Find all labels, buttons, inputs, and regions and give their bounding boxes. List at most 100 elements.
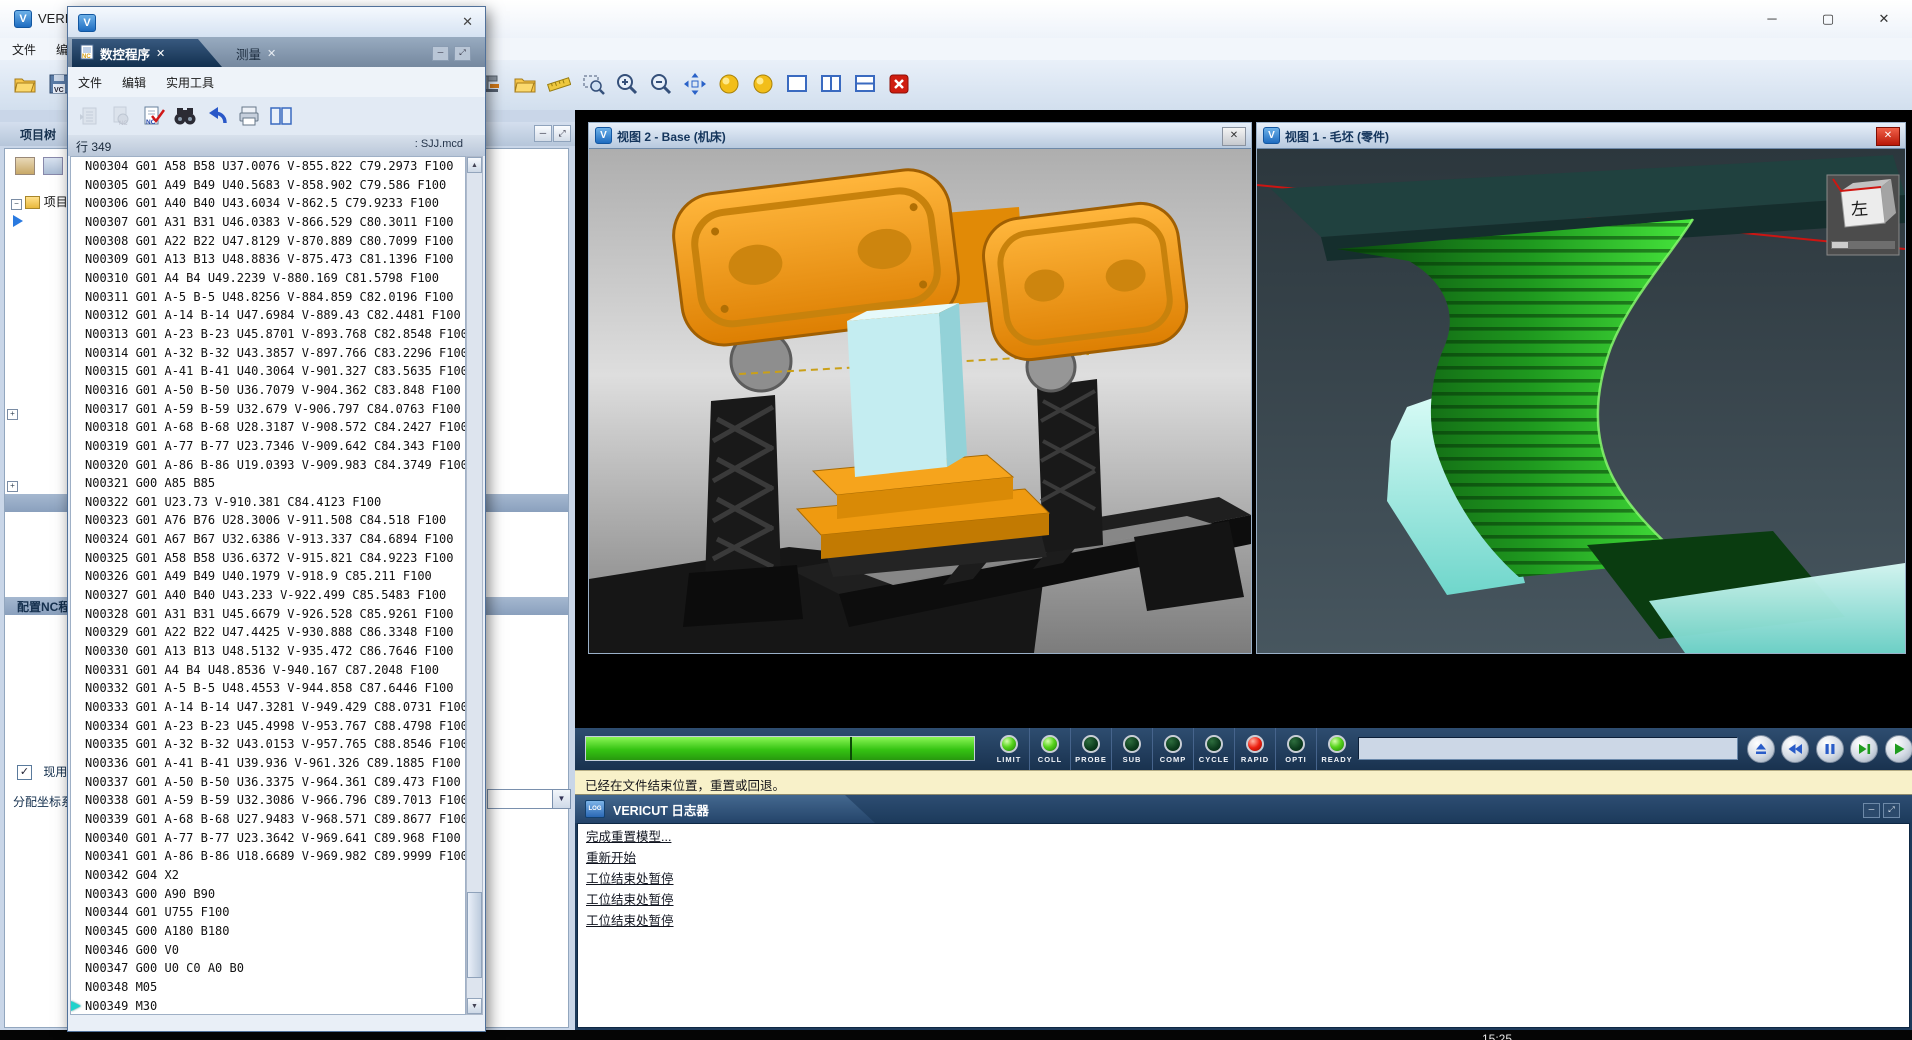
log-line[interactable]: 工位结束处暂停 [578,908,1909,929]
zoom-out-icon[interactable] [648,71,674,97]
nc-code-line[interactable]: N00349 M30 [71,997,465,1015]
nc-code-line[interactable]: N00328 G01 A31 B31 U45.6679 V-926.528 C8… [71,605,465,624]
nc-code-line[interactable]: N00341 G01 A-86 B-86 U18.6689 V-969.982 … [71,847,465,866]
layout-single-icon[interactable] [784,71,810,97]
tab-minimize-icon[interactable]: ─ [432,46,449,61]
nc-code-line[interactable]: N00322 G01 U23.73 V-910.381 C84.4123 F10… [71,493,465,512]
nc-code-line[interactable]: N00310 G01 A4 B4 U49.2239 V-880.169 C81.… [71,269,465,288]
nc-code-line[interactable]: N00338 G01 A-59 B-59 U32.3086 V-966.796 … [71,791,465,810]
nc-code-area[interactable]: N00304 G01 A58 B58 U37.0076 V-855.822 C7… [70,156,466,1015]
scrollbar-thumb[interactable] [467,892,482,978]
nc-menu-文件[interactable]: 文件 [68,67,112,98]
led-ready[interactable]: READY [1316,728,1357,770]
nc-code-line[interactable]: N00329 G01 A22 B22 U47.4425 V-930.888 C8… [71,623,465,642]
nc-code-line[interactable]: N00312 G01 A-14 B-14 U47.6984 V-889.43 C… [71,306,465,325]
nc-code-line[interactable]: N00345 G00 A180 B180 [71,922,465,941]
split-view-icon[interactable] [268,103,294,129]
expand-icon[interactable]: + [7,481,18,492]
nc-code-line[interactable]: N00342 G04 X2 [71,866,465,885]
log-detach-icon[interactable]: ⤢ [1883,803,1900,818]
zoom-window-icon[interactable] [580,71,606,97]
nc-code-line[interactable]: N00339 G01 A-68 B-68 U27.9483 V-968.571 … [71,810,465,829]
step-forward-button[interactable] [1850,735,1878,763]
log-minimize-icon[interactable]: ─ [1863,803,1880,818]
log-line[interactable]: 重新开始 [578,845,1909,866]
log-tab[interactable]: LOG VERICUT 日志器 [575,795,875,823]
nc-code-line[interactable]: N00331 G01 A4 B4 U48.8536 V-940.167 C87.… [71,661,465,680]
nc-code-line[interactable]: N00330 G01 A13 B13 U48.5132 V-935.472 C8… [71,642,465,661]
nc-code-line[interactable]: N00326 G01 A49 B49 U40.1979 V-918.9 C85.… [71,567,465,586]
tool-icon[interactable] [43,157,63,175]
led-coll[interactable]: COLL [1029,728,1070,770]
nc-code-line[interactable]: N00346 G00 V0 [71,941,465,960]
nc-code-line[interactable]: N00324 G01 A67 B67 U32.6386 V-913.337 C8… [71,530,465,549]
view1-titlebar[interactable]: V 视图 1 - 毛坯 (零件) ✕ [1257,123,1905,149]
menu-文件[interactable]: 文件 [2,38,46,61]
nc-code-line[interactable]: N00333 G01 A-14 B-14 U47.3281 V-949.429 … [71,698,465,717]
nc-code-line[interactable]: N00315 G01 A-41 B-41 U40.3064 V-901.327 … [71,362,465,381]
nc-code-line[interactable]: N00334 G01 A-23 B-23 U45.4998 V-953.767 … [71,717,465,736]
nc-code-line[interactable]: N00325 G01 A58 B58 U36.6372 V-915.821 C8… [71,549,465,568]
nc-code-line[interactable]: N00313 G01 A-23 B-23 U45.8701 V-893.768 … [71,325,465,344]
fit-view-icon[interactable] [682,71,708,97]
machine-3d-viewport[interactable] [589,149,1251,653]
nc-code-line[interactable]: N00327 G01 A40 B40 U43.233 V-922.499 C85… [71,586,465,605]
nc-code-line[interactable]: N00316 G01 A-50 B-50 U36.7079 V-904.362 … [71,381,465,400]
tab-测量[interactable]: 测量✕ [228,39,304,67]
nc-code-line[interactable]: N00323 G01 A76 B76 U28.3006 V-911.508 C8… [71,511,465,530]
close-views-icon[interactable] [886,71,912,97]
sphere-a-icon[interactable] [716,71,742,97]
nc-check-icon[interactable]: NC [140,103,166,129]
log-line[interactable]: 工位结束处暂停 [578,866,1909,887]
led-limit[interactable]: LIMIT [989,728,1029,770]
active-checkbox[interactable]: ✓ [17,765,32,780]
close-button[interactable]: ✕ [1856,0,1912,37]
nc-code-line[interactable]: N00343 G00 A90 B90 [71,885,465,904]
sphere-b-icon[interactable] [750,71,776,97]
led-cycle[interactable]: CYCLE [1193,728,1234,770]
collapse-icon[interactable]: − [11,199,22,210]
view1-close-button[interactable]: ✕ [1876,127,1900,146]
nc-code-line[interactable]: N00321 G00 A85 B85 [71,474,465,493]
nc-code-line[interactable]: N00337 G01 A-50 B-50 U36.3375 V-964.361 … [71,773,465,792]
led-sub[interactable]: SUB [1111,728,1152,770]
open-folder-icon[interactable] [512,71,538,97]
panel-detach-icon[interactable]: ⤢ [553,125,571,142]
panel-minimize-icon[interactable]: ─ [534,125,552,142]
nc-code-line[interactable]: N00318 G01 A-68 B-68 U28.3187 V-908.572 … [71,418,465,437]
stock-3d-viewport[interactable]: 左 [1257,149,1905,653]
zoom-in-icon[interactable] [614,71,640,97]
nc-menu-编辑[interactable]: 编辑 [112,67,156,98]
eject-button[interactable] [1747,735,1775,763]
nc-code-line[interactable]: N00305 G01 A49 B49 U40.5683 V-858.902 C7… [71,176,465,195]
log-line[interactable]: 完成重置模型... [578,824,1909,845]
nc-code-line[interactable]: N00311 G01 A-5 B-5 U48.8256 V-884.859 C8… [71,288,465,307]
copy-list-icon[interactable] [76,103,102,129]
orientation-cube-widget[interactable]: 左 [1827,175,1899,255]
tab-detach-icon[interactable]: ⤢ [454,46,471,61]
nc-block-input[interactable] [1358,737,1738,760]
nc-code-line[interactable]: N00320 G01 A-86 B-86 U19.0393 V-909.983 … [71,456,465,475]
nc-code-line[interactable]: N00309 G01 A13 B13 U48.8836 V-875.473 C8… [71,250,465,269]
nc-code-line[interactable]: N00340 G01 A-77 B-77 U23.3642 V-969.641 … [71,829,465,848]
pause-button[interactable] [1816,735,1844,763]
nc-menu-实用工具[interactable]: 实用工具 [156,67,224,98]
nc-scrollbar[interactable]: ▲ ▼ [466,156,483,1015]
scroll-up-icon[interactable]: ▲ [467,157,482,173]
print-icon[interactable] [236,103,262,129]
view2-close-button[interactable]: ✕ [1222,127,1246,146]
play-button[interactable] [1885,735,1912,763]
layout-split-v-icon[interactable] [818,71,844,97]
binoculars-icon[interactable] [172,103,198,129]
nc-code-line[interactable]: N00347 G00 U0 C0 A0 B0 [71,959,465,978]
expand-icon[interactable]: + [7,409,18,420]
layout-split-h-icon[interactable] [852,71,878,97]
tab-close-icon[interactable]: ✕ [156,47,165,60]
nc-code-line[interactable]: N00348 M05 [71,978,465,997]
nc-code-line[interactable]: N00344 G01 U755 F100 [71,903,465,922]
coord-system-combobox[interactable]: ▼ [487,789,571,809]
maximize-button[interactable]: ▢ [1800,0,1856,37]
nc-code-line[interactable]: N00332 G01 A-5 B-5 U48.4553 V-944.858 C8… [71,679,465,698]
view2-titlebar[interactable]: V 视图 2 - Base (机床) ✕ [589,123,1251,149]
nc-search-icon[interactable]: NC [108,103,134,129]
